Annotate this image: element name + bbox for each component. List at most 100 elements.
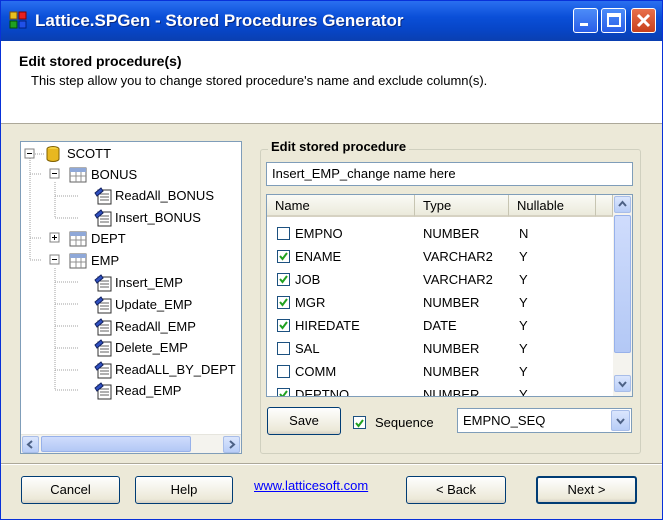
checkmark-icon — [355, 419, 364, 428]
scroll-down-arrow[interactable] — [614, 375, 631, 392]
column-type-cell: NUMBER — [423, 295, 480, 310]
stored-procedure-icon — [94, 339, 112, 357]
column-type-cell: DATE — [423, 318, 457, 333]
chevron-down-icon — [618, 381, 627, 388]
column-include-checkbox[interactable] — [277, 296, 290, 309]
expand-icon[interactable] — [49, 232, 60, 243]
next-button[interactable]: Next > — [536, 476, 637, 504]
column-name-cell: HIREDATE — [295, 318, 360, 333]
tree-node-label: DEPT — [91, 231, 126, 246]
database-icon — [46, 146, 60, 162]
save-button[interactable]: Save — [267, 407, 341, 435]
column-name-cell: EMPNO — [295, 226, 343, 241]
checkmark-icon — [279, 390, 288, 396]
close-icon — [636, 13, 651, 28]
table-row[interactable]: HIREDATE DATE Y — [267, 314, 612, 337]
column-name-cell: MGR — [295, 295, 326, 310]
column-nullable-cell: Y — [519, 318, 528, 333]
column-type-cell: NUMBER — [423, 341, 480, 356]
column-include-checkbox[interactable] — [277, 365, 290, 378]
column-header-filler — [596, 195, 613, 217]
website-link[interactable]: www.latticesoft.com — [254, 478, 368, 493]
column-header-name[interactable]: Name — [267, 195, 415, 217]
column-name-cell: SAL — [295, 341, 320, 356]
back-button[interactable]: < Back — [406, 476, 506, 504]
group-title: Edit stored procedure — [268, 139, 410, 154]
table-row[interactable]: EMPNO NUMBER N — [267, 222, 612, 245]
scroll-thumb[interactable] — [41, 436, 191, 452]
column-nullable-cell: N — [519, 226, 529, 241]
step-title: Edit stored procedure(s) — [19, 53, 182, 69]
help-button[interactable]: Help — [135, 476, 233, 504]
grid-vertical-scrollbar[interactable] — [613, 195, 632, 396]
table-row[interactable]: COMM NUMBER Y — [267, 360, 612, 383]
collapse-icon[interactable] — [24, 148, 35, 159]
column-include-checkbox[interactable] — [277, 342, 290, 355]
scroll-right-arrow[interactable] — [223, 436, 240, 453]
column-nullable-cell: Y — [519, 295, 528, 310]
table-icon — [69, 167, 87, 183]
procedure-name-input[interactable]: Insert_EMP_change name here — [266, 162, 633, 186]
table-row[interactable]: MGR NUMBER Y — [267, 291, 612, 314]
stored-procedure-icon — [94, 187, 112, 205]
close-button[interactable] — [631, 8, 656, 33]
column-name-cell: ENAME — [295, 249, 342, 264]
column-name-cell: JOB — [295, 272, 321, 287]
column-name-cell: COMM — [295, 364, 337, 379]
minimize-button[interactable] — [573, 8, 598, 33]
window-title: Lattice.SPGen - Stored Procedures Genera… — [35, 11, 404, 30]
column-nullable-cell: Y — [519, 341, 528, 356]
tree-node-label: EMP — [91, 253, 120, 268]
tree-node-label: Delete_EMP — [115, 340, 188, 355]
scroll-thumb[interactable] — [614, 215, 631, 353]
maximize-icon — [607, 13, 621, 27]
app-window: Lattice.SPGen - Stored Procedures Genera… — [0, 0, 663, 520]
dropdown-button[interactable] — [611, 410, 630, 431]
tree-node-label: BONUS — [91, 167, 138, 182]
table-icon — [69, 231, 87, 247]
column-header-type[interactable]: Type — [415, 195, 509, 217]
title-bar[interactable]: Lattice.SPGen - Stored Procedures Genera… — [1, 1, 662, 41]
tree-node-label: SCOTT — [67, 146, 112, 161]
column-include-checkbox[interactable] — [277, 250, 290, 263]
collapse-icon[interactable] — [49, 168, 60, 179]
chevron-left-icon — [26, 440, 33, 449]
stored-procedure-icon — [94, 296, 112, 314]
schema-tree[interactable]: SCOTT BONUS ReadAll_BONUS Insert_BONUS DEPT… — [20, 141, 242, 454]
checkmark-icon — [279, 275, 288, 284]
column-nullable-cell: Y — [519, 272, 528, 287]
column-include-checkbox[interactable] — [277, 273, 290, 286]
sequence-label: Sequence — [375, 415, 434, 430]
column-include-checkbox[interactable] — [277, 227, 290, 240]
tree-node-label: Insert_EMP — [115, 275, 183, 290]
chevron-right-icon — [229, 440, 236, 449]
table-row[interactable]: ENAME VARCHAR2 Y — [267, 245, 612, 268]
table-row[interactable]: SAL NUMBER Y — [267, 337, 612, 360]
tree-horizontal-scrollbar[interactable] — [21, 434, 241, 453]
table-row[interactable]: JOB VARCHAR2 Y — [267, 268, 612, 291]
app-icon — [9, 11, 27, 29]
collapse-icon[interactable] — [49, 254, 60, 265]
column-type-cell: VARCHAR2 — [423, 249, 493, 264]
scroll-up-arrow[interactable] — [614, 196, 631, 213]
stored-procedure-icon — [94, 209, 112, 227]
columns-grid[interactable]: Name Type Nullable EMPNO NUMBER N ENAME VARC… — [266, 194, 633, 397]
cancel-button[interactable]: Cancel — [21, 476, 120, 504]
checkmark-icon — [279, 298, 288, 307]
minimize-icon — [580, 23, 588, 26]
scroll-left-arrow[interactable] — [22, 436, 39, 453]
wizard-header: Edit stored procedure(s) This step allow… — [1, 41, 662, 124]
column-include-checkbox[interactable] — [277, 388, 290, 396]
tree-node-label: ReadAll_EMP — [115, 319, 196, 334]
sequence-checkbox[interactable] — [353, 416, 366, 429]
step-description: This step allow you to change stored pro… — [31, 73, 488, 88]
maximize-button[interactable] — [601, 8, 626, 33]
column-include-checkbox[interactable] — [277, 319, 290, 332]
table-row[interactable]: DEPTNO NUMBER Y — [267, 383, 612, 396]
sequence-select[interactable]: EMPNO_SEQ — [457, 408, 632, 433]
tree-node-label: Read_EMP — [115, 383, 182, 398]
column-header-nullable[interactable]: Nullable — [509, 195, 596, 217]
checkmark-icon — [279, 321, 288, 330]
column-nullable-cell: Y — [519, 249, 528, 264]
table-icon — [69, 253, 87, 269]
